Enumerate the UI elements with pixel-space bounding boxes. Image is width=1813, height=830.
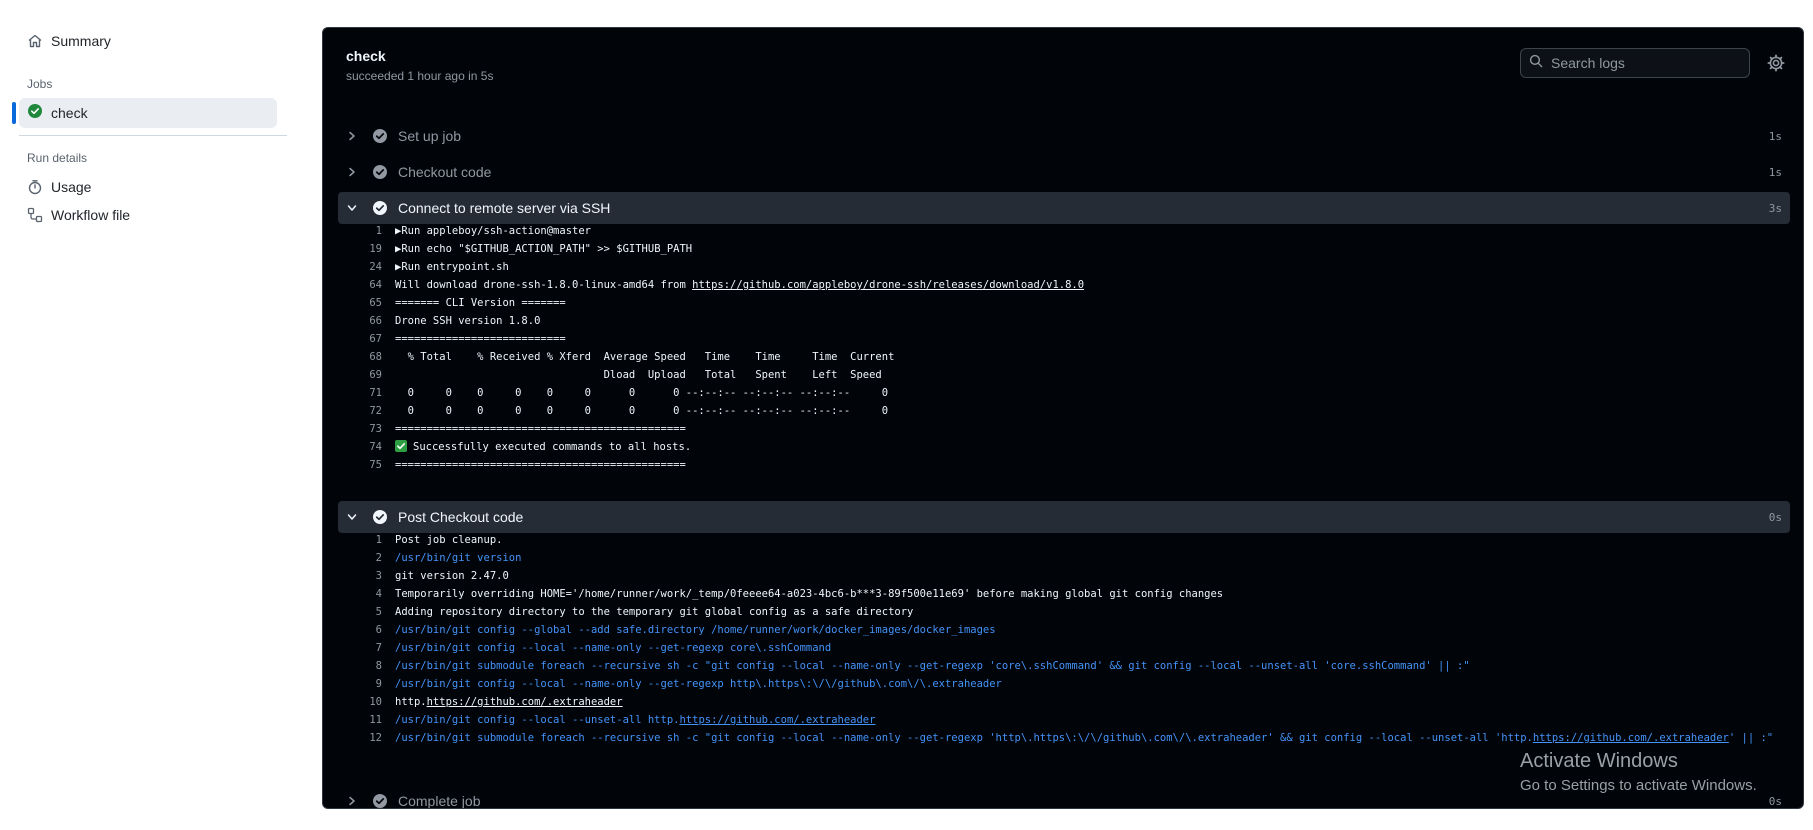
step-post-checkout-code[interactable]: Post Checkout code 0s xyxy=(338,501,1790,533)
log-line[interactable]: 19 ▶Run echo "$GITHUB_ACTION_PATH" >> $GI… xyxy=(338,240,1790,258)
log-line: 69 Dload Upload Total Spent Left Speed xyxy=(369,369,882,381)
step-connect-ssh[interactable]: Connect to remote server via SSH 3s xyxy=(338,192,1790,224)
step-duration: 0s xyxy=(1768,510,1782,524)
chevron-right-icon xyxy=(344,167,360,177)
success-check-icon xyxy=(27,103,43,124)
job-status-subtitle: succeeded 1 hour ago in 5s xyxy=(346,69,494,83)
check-mark-emoji-icon xyxy=(395,440,407,452)
log-link[interactable]: https://github.com/.extraheader xyxy=(427,696,623,708)
step-name: Set up job xyxy=(398,128,462,144)
job-title: check xyxy=(346,48,386,64)
log-link[interactable]: https://github.com/appleboy/drone-ssh/re… xyxy=(692,279,1084,291)
search-icon xyxy=(1529,54,1543,73)
post-checkout-step-log: 1 Post job cleanup. 2/usr/bin/git version… xyxy=(338,531,1790,747)
log-line: 12/usr/bin/git submodule foreach --recur… xyxy=(369,732,1774,744)
log-line: 3 git version 2.47.0 xyxy=(375,570,509,582)
active-indicator xyxy=(12,102,16,124)
sidebar-item-usage[interactable]: Usage xyxy=(27,173,91,201)
step-name: Complete job xyxy=(398,793,481,809)
windows-activation-watermark: Activate Windows Go to Settings to activ… xyxy=(1520,750,1757,794)
step-duration: 0s xyxy=(1768,794,1782,808)
step-duration: 1s xyxy=(1768,165,1782,179)
log-line: 65 ======= CLI Version ======= xyxy=(369,297,566,309)
step-success-icon xyxy=(372,509,388,525)
step-duration: 1s xyxy=(1768,129,1782,143)
log-line[interactable]: 1 ▶Run appleboy/ssh-action@master xyxy=(338,222,1790,240)
step-name: Post Checkout code xyxy=(398,509,524,525)
chevron-right-icon xyxy=(344,796,360,806)
log-line: 9/usr/bin/git config --local --name-only… xyxy=(375,678,1002,690)
sidebar-item-job-check[interactable]: check xyxy=(12,98,277,128)
chevron-right-icon xyxy=(344,131,360,141)
stopwatch-icon xyxy=(27,179,43,195)
run-details-heading: Run details xyxy=(27,151,88,165)
log-line: 6/usr/bin/git config --global --add safe… xyxy=(375,624,996,636)
search-logs-input[interactable] xyxy=(1549,54,1743,72)
sidebar-item-workflow-file[interactable]: Workflow file xyxy=(27,201,130,229)
log-line: 5 Adding repository directory to the temp… xyxy=(375,606,914,618)
ssh-step-log: 1 ▶Run appleboy/ssh-action@master 19 ▶Run … xyxy=(338,222,1790,474)
step-duration: 3s xyxy=(1768,201,1782,215)
log-line: 74 Successfully executed commands to all … xyxy=(369,440,692,453)
log-line: 7/usr/bin/git config --local --name-only… xyxy=(375,642,832,654)
log-line: 73 ======================================… xyxy=(369,423,686,435)
step-success-icon xyxy=(372,200,388,216)
log-line: 1 Post job cleanup. xyxy=(375,534,503,546)
step-set-up-job[interactable]: Set up job 1s xyxy=(338,120,1790,152)
log-link[interactable]: https://github.com/.extraheader xyxy=(679,714,875,726)
watermark-subtitle: Go to Settings to activate Windows. xyxy=(1520,777,1757,794)
log-line: 67 =========================== xyxy=(369,333,566,345)
log-line: 2/usr/bin/git version xyxy=(375,552,522,564)
sidebar-divider xyxy=(19,135,287,136)
sidebar-item-summary[interactable]: Summary xyxy=(27,27,111,55)
log-line: 4 Temporarily overriding HOME='/home/runn… xyxy=(375,588,1224,600)
step-success-icon xyxy=(372,793,388,808)
step-success-icon xyxy=(372,164,388,180)
log-line: 68 % Total % Received % Xferd Average Sp… xyxy=(369,351,895,363)
gear-icon[interactable] xyxy=(1767,54,1785,72)
step-success-icon xyxy=(372,128,388,144)
log-line: 66 Drone SSH version 1.8.0 xyxy=(369,315,541,327)
home-icon xyxy=(27,33,43,49)
log-line: 8/usr/bin/git submodule foreach --recurs… xyxy=(375,660,1470,672)
chevron-down-icon xyxy=(344,203,360,213)
sidebar-item-label: Workflow file xyxy=(51,207,131,223)
log-line: 64 Will download drone-ssh-1.8.0-linux-am… xyxy=(369,279,1085,291)
step-checkout-code[interactable]: Checkout code 1s xyxy=(338,156,1790,188)
log-link[interactable]: https://github.com/.extraheader xyxy=(1533,732,1729,744)
step-name: Connect to remote server via SSH xyxy=(398,200,611,216)
log-line: 10 http.https://github.com/.extraheader xyxy=(369,696,623,708)
sidebar-item-label: check xyxy=(51,105,88,121)
watermark-title: Activate Windows xyxy=(1520,750,1678,772)
log-line: 71 0 0 0 0 0 0 0 0 --:--:-- --:--:-- --:… xyxy=(369,387,889,399)
sidebar: Summary Jobs check Run details Usage Wor… xyxy=(0,0,300,830)
chevron-down-icon xyxy=(344,512,360,522)
log-line: 72 0 0 0 0 0 0 0 0 --:--:-- --:--:-- --:… xyxy=(369,405,889,417)
jobs-heading: Jobs xyxy=(27,77,53,91)
search-logs-box[interactable] xyxy=(1520,48,1750,78)
log-line[interactable]: 24 ▶Run entrypoint.sh xyxy=(338,258,1790,276)
step-name: Checkout code xyxy=(398,164,492,180)
job-log-panel: check succeeded 1 hour ago in 5s Set up … xyxy=(322,27,1804,809)
sidebar-item-label: Usage xyxy=(51,179,92,195)
log-line: 11/usr/bin/git config --local --unset-al… xyxy=(369,714,876,726)
log-line: 75 ======================================… xyxy=(369,459,686,471)
workflow-icon xyxy=(27,207,43,223)
sidebar-item-label: Summary xyxy=(51,33,111,49)
